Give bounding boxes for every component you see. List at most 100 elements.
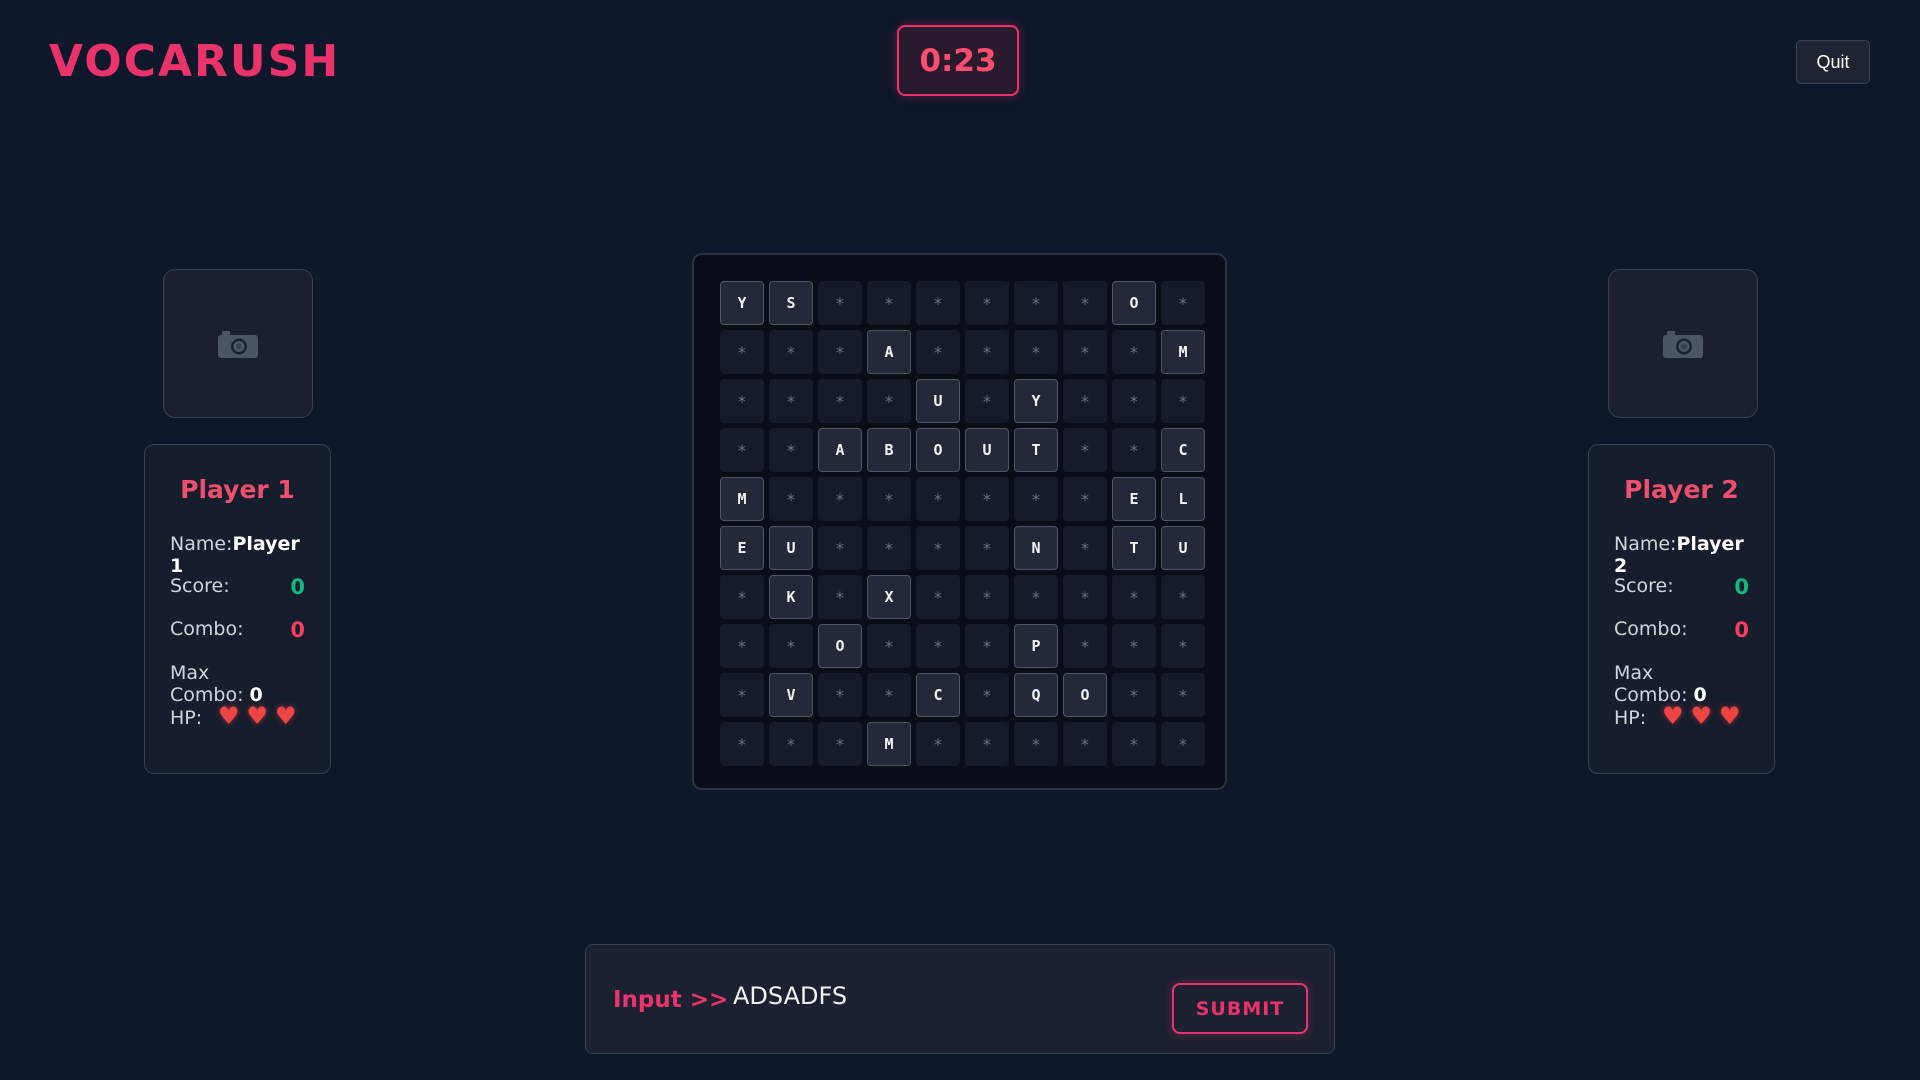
hidden-cell: * bbox=[1112, 722, 1156, 766]
letter-board: Y S * * * * * * O * * * * A * * * * * M * * * * U * Y * * * * * A B O U T * * C… bbox=[692, 253, 1227, 790]
hidden-cell: * bbox=[769, 624, 813, 668]
score-label: Score: bbox=[1614, 575, 1674, 597]
hidden-cell: * bbox=[965, 526, 1009, 570]
hidden-cell: * bbox=[1014, 330, 1058, 374]
letter-cell: E bbox=[720, 526, 764, 570]
hidden-cell: * bbox=[1112, 379, 1156, 423]
quit-button[interactable]: Quit bbox=[1796, 40, 1870, 84]
player-title: Player 1 bbox=[180, 475, 295, 504]
hidden-cell: * bbox=[1112, 330, 1156, 374]
letter-cell: E bbox=[1112, 477, 1156, 521]
letter-cell: C bbox=[1161, 428, 1205, 472]
input-label: Input >> bbox=[613, 987, 729, 1013]
hidden-cell: * bbox=[818, 281, 862, 325]
hidden-cell: * bbox=[1063, 330, 1107, 374]
hidden-cell: * bbox=[1014, 477, 1058, 521]
hidden-cell: * bbox=[1014, 722, 1058, 766]
hidden-cell: * bbox=[769, 330, 813, 374]
hidden-cell: * bbox=[769, 379, 813, 423]
hidden-cell: * bbox=[1063, 428, 1107, 472]
hidden-cell: * bbox=[1161, 624, 1205, 668]
hidden-cell: * bbox=[720, 379, 764, 423]
name-label: Name: bbox=[170, 533, 233, 555]
input-panel: Input >> SUBMIT bbox=[585, 944, 1335, 1054]
camera-icon bbox=[218, 330, 258, 358]
submit-button[interactable]: SUBMIT bbox=[1172, 983, 1308, 1034]
hidden-cell: * bbox=[818, 722, 862, 766]
word-input[interactable] bbox=[731, 981, 1135, 1011]
hidden-cell: * bbox=[720, 330, 764, 374]
letter-cell: S bbox=[769, 281, 813, 325]
letter-cell: A bbox=[867, 330, 911, 374]
hidden-cell: * bbox=[769, 477, 813, 521]
score-row: Score: 0 bbox=[1614, 575, 1749, 599]
hidden-cell: * bbox=[1112, 428, 1156, 472]
hidden-cell: * bbox=[965, 673, 1009, 717]
letter-cell: L bbox=[1161, 477, 1205, 521]
hidden-cell: * bbox=[720, 673, 764, 717]
hidden-cell: * bbox=[916, 330, 960, 374]
hidden-cell: * bbox=[1063, 722, 1107, 766]
player-1-card: Player 1 Name:Player 1 Score: 0 Combo: 0… bbox=[144, 444, 331, 774]
name-label: Name: bbox=[1614, 533, 1677, 555]
combo-label: Combo: bbox=[170, 618, 244, 640]
combo-row: Combo: 0 bbox=[1614, 618, 1749, 642]
letter-cell: P bbox=[1014, 624, 1058, 668]
hp-hearts: ♥ ♥ ♥ bbox=[1662, 704, 1741, 728]
hidden-cell: * bbox=[965, 575, 1009, 619]
hidden-cell: * bbox=[720, 428, 764, 472]
heart-icon: ♥ bbox=[1662, 702, 1684, 730]
max-combo-row: Max Combo: 0 bbox=[170, 662, 305, 706]
heart-icon: ♥ bbox=[246, 702, 269, 730]
letter-cell: A bbox=[818, 428, 862, 472]
hp-row: HP: ♥ ♥ ♥ bbox=[170, 704, 305, 729]
combo-value: 0 bbox=[1734, 618, 1749, 642]
letter-cell: O bbox=[1112, 281, 1156, 325]
combo-value: 0 bbox=[290, 618, 305, 642]
max-combo-label: Max Combo: bbox=[170, 662, 244, 706]
letter-cell: N bbox=[1014, 526, 1058, 570]
max-combo-label: Max Combo: bbox=[1614, 662, 1688, 706]
hidden-cell: * bbox=[1063, 526, 1107, 570]
hidden-cell: * bbox=[1161, 722, 1205, 766]
hidden-cell: * bbox=[1161, 673, 1205, 717]
letter-cell: T bbox=[1014, 428, 1058, 472]
hidden-cell: * bbox=[916, 281, 960, 325]
letter-cell: Q bbox=[1014, 673, 1058, 717]
hp-hearts: ♥ ♥ ♥ bbox=[218, 704, 297, 728]
letter-cell: U bbox=[1161, 526, 1205, 570]
heart-icon: ♥ bbox=[275, 702, 297, 730]
letter-cell: O bbox=[818, 624, 862, 668]
hidden-cell: * bbox=[867, 673, 911, 717]
hidden-cell: * bbox=[965, 379, 1009, 423]
letter-cell: C bbox=[916, 673, 960, 717]
hidden-cell: * bbox=[1112, 575, 1156, 619]
letter-cell: B bbox=[867, 428, 911, 472]
hidden-cell: * bbox=[1063, 624, 1107, 668]
hidden-cell: * bbox=[818, 330, 862, 374]
letter-cell: M bbox=[1161, 330, 1205, 374]
player-1-avatar[interactable] bbox=[163, 269, 313, 418]
hidden-cell: * bbox=[965, 722, 1009, 766]
hidden-cell: * bbox=[1063, 379, 1107, 423]
letter-cell: U bbox=[769, 526, 813, 570]
score-row: Score: 0 bbox=[170, 575, 305, 599]
score-label: Score: bbox=[170, 575, 230, 597]
heart-icon: ♥ bbox=[1719, 702, 1741, 730]
combo-label: Combo: bbox=[1614, 618, 1688, 640]
player-2-card: Player 2 Name:Player 2 Score: 0 Combo: 0… bbox=[1588, 444, 1775, 774]
player-2-avatar[interactable] bbox=[1608, 269, 1758, 418]
hidden-cell: * bbox=[769, 722, 813, 766]
letter-cell: Y bbox=[1014, 379, 1058, 423]
heart-icon: ♥ bbox=[218, 702, 240, 730]
hp-label: HP: bbox=[170, 707, 203, 729]
hidden-cell: * bbox=[720, 575, 764, 619]
hidden-cell: * bbox=[1161, 575, 1205, 619]
hp-row: HP: ♥ ♥ ♥ bbox=[1614, 704, 1749, 729]
score-value: 0 bbox=[1734, 575, 1749, 599]
hidden-cell: * bbox=[867, 477, 911, 521]
hidden-cell: * bbox=[1112, 673, 1156, 717]
hidden-cell: * bbox=[916, 526, 960, 570]
hidden-cell: * bbox=[818, 379, 862, 423]
hidden-cell: * bbox=[818, 575, 862, 619]
